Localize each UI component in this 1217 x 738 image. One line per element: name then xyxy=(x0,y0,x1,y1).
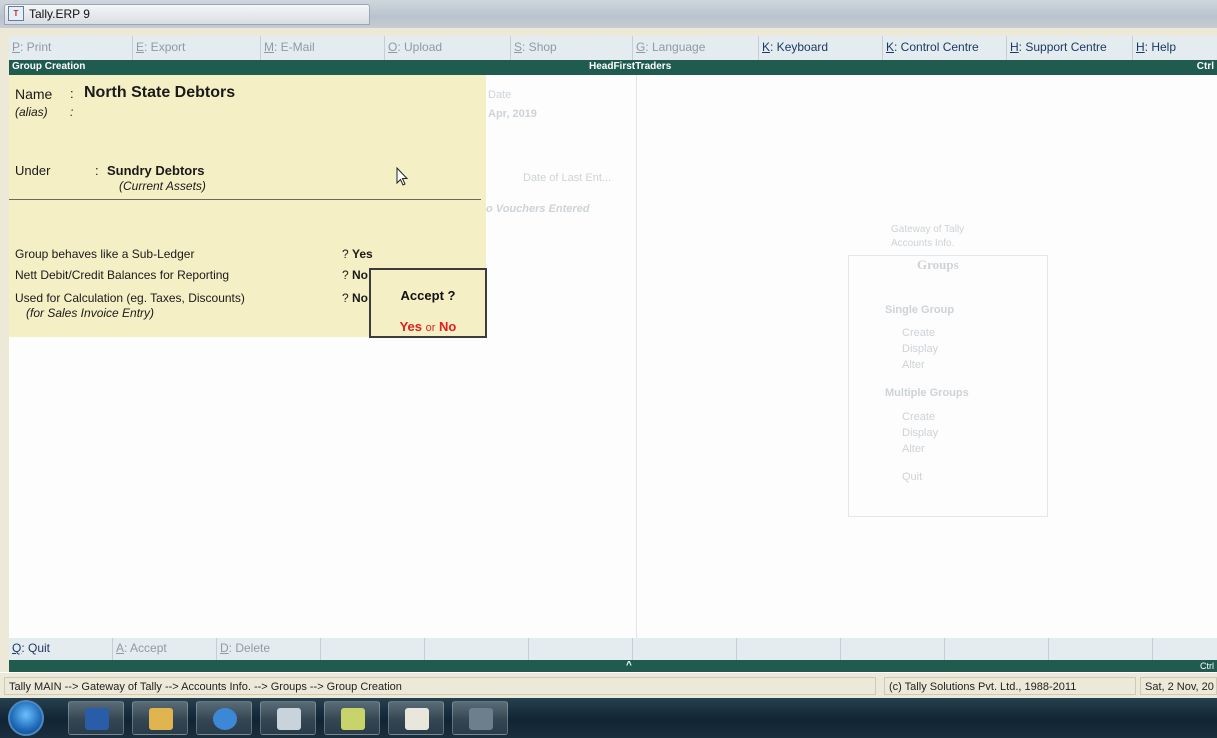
accept-button[interactable]: A: Accept xyxy=(113,638,217,660)
calculation-q: ? xyxy=(342,291,349,305)
subledger-q: ? xyxy=(342,247,349,261)
nett-balance-q: ? xyxy=(342,268,349,282)
under-parent: (Current Assets) xyxy=(119,179,206,193)
under-field[interactable]: Sundry Debtors xyxy=(107,163,205,178)
windows-taskbar xyxy=(0,698,1217,738)
bg-vouchers: o Vouchers Entered xyxy=(486,203,590,215)
bg-single-display: Display xyxy=(902,343,939,355)
cursor-icon xyxy=(396,166,410,187)
bg-last-entry: Date of Last Ent... xyxy=(523,172,612,184)
control-centre-button[interactable]: K: Control Centre xyxy=(883,36,1007,60)
quit-button[interactable]: Q: Quit xyxy=(9,638,113,660)
start-orb-icon[interactable] xyxy=(8,700,44,736)
copyright-text: (c) Tally Solutions Pvt. Ltd., 1988-2011 xyxy=(884,677,1136,695)
empty-button[interactable] xyxy=(1049,638,1153,660)
bg-single-group: Single Group xyxy=(885,304,955,316)
shop-button[interactable]: S: Shop xyxy=(511,36,633,60)
empty-button[interactable] xyxy=(425,638,529,660)
bg-date-label: Date xyxy=(488,89,512,101)
bg-multi-create: Create xyxy=(902,411,936,423)
under-sep: : xyxy=(95,163,99,178)
form-divider xyxy=(9,199,481,200)
breadcrumb: Tally MAIN --> Gateway of Tally --> Acco… xyxy=(4,677,876,695)
bg-groups-title: Groups xyxy=(917,257,959,272)
window-title: Tally.ERP 9 xyxy=(29,7,90,21)
calculation-value[interactable]: No xyxy=(352,291,368,305)
scroll-caret-icon[interactable]: ^ xyxy=(626,660,632,671)
subledger-label: Group behaves like a Sub-Ledger xyxy=(15,247,195,261)
keyboard-button[interactable]: K: Keyboard xyxy=(759,36,883,60)
bg-single-create: Create xyxy=(902,327,936,339)
upload-button[interactable]: O: Upload xyxy=(385,36,511,60)
ctrl-label: Ctrl xyxy=(1196,61,1214,72)
empty-button[interactable] xyxy=(841,638,945,660)
empty-button[interactable] xyxy=(529,638,633,660)
calculation-sub: (for Sales Invoice Entry) xyxy=(26,306,155,320)
tally-erp-icon xyxy=(405,708,429,730)
alias-sep: : xyxy=(70,105,74,119)
nett-balance-label: Nett Debit/Credit Balances for Reporting xyxy=(15,268,230,282)
name-sep: : xyxy=(70,86,74,101)
status-bar: Tally MAIN --> Gateway of Tally --> Acco… xyxy=(0,672,1217,698)
bg-gateway-sub: Accounts Info. xyxy=(891,238,955,249)
nett-balance-value[interactable]: No xyxy=(352,268,368,282)
sticky-notes-icon xyxy=(341,708,365,730)
bg-quit: Quit xyxy=(902,471,923,483)
empty-button[interactable] xyxy=(737,638,841,660)
taskbar-word-button[interactable] xyxy=(68,701,124,735)
accept-question: Accept ? xyxy=(400,288,456,303)
bg-multi-alter: Alter xyxy=(902,443,925,455)
taskbar-notes-button[interactable] xyxy=(324,701,380,735)
bg-single-alter: Alter xyxy=(902,359,925,371)
calculator-icon xyxy=(277,708,301,730)
media-icon xyxy=(469,708,493,730)
taskbar-explorer-button[interactable] xyxy=(132,701,188,735)
bg-multi-display: Display xyxy=(902,427,939,439)
accept-or: or xyxy=(425,322,436,334)
bottom-button-bar: Q: Quit A: Accept D: Delete xyxy=(9,638,1217,660)
accept-choices: Yes or No xyxy=(371,319,485,334)
under-label: Under xyxy=(15,163,51,178)
folder-icon xyxy=(149,708,173,730)
help-button[interactable]: H: Help xyxy=(1133,36,1217,60)
company-name: HeadFirstTraders xyxy=(589,61,672,72)
taskbar-tally-button[interactable] xyxy=(388,701,444,735)
word-icon xyxy=(85,708,109,730)
empty-button[interactable] xyxy=(1153,638,1217,660)
accept-yes-button[interactable]: Yes xyxy=(400,319,422,334)
screen-title: Group Creation xyxy=(12,61,86,72)
language-button[interactable]: G: Language xyxy=(633,36,759,60)
taskbar-ie-button[interactable] xyxy=(196,701,252,735)
bg-gateway-title: Gateway of Tally xyxy=(891,224,965,235)
top-button-bar: P: Print E: Export M: E-Mail O: Upload S… xyxy=(9,36,1217,60)
bg-date-value: Apr, 2019 xyxy=(488,108,537,120)
subledger-value[interactable]: Yes xyxy=(352,247,373,261)
empty-button[interactable] xyxy=(321,638,425,660)
accept-no-button[interactable]: No xyxy=(439,319,456,334)
delete-button[interactable]: D: Delete xyxy=(217,638,321,660)
current-date: Sat, 2 Nov, 20 xyxy=(1140,677,1217,695)
tally-app-icon: T xyxy=(8,6,24,21)
email-button[interactable]: M: E-Mail xyxy=(261,36,385,60)
support-centre-button[interactable]: H: Support Centre xyxy=(1007,36,1133,60)
print-button[interactable]: P: Print xyxy=(9,36,133,60)
name-label: Name xyxy=(15,86,53,102)
taskbar-media-button[interactable] xyxy=(452,701,508,735)
name-field[interactable]: North State Debtors xyxy=(84,84,235,102)
internet-explorer-icon xyxy=(213,708,237,730)
bottom-ctrl-label: Ctrl xyxy=(1200,661,1214,671)
export-button[interactable]: E: Export xyxy=(133,36,261,60)
taskbar-calculator-button[interactable] xyxy=(260,701,316,735)
accept-dialog: Accept ? Yes or No xyxy=(369,268,487,338)
empty-button[interactable] xyxy=(945,638,1049,660)
alias-label: (alias) xyxy=(15,105,48,119)
ctrl-strip: ^ Ctrl xyxy=(9,660,1217,672)
calculation-label: Used for Calculation (eg. Taxes, Discoun… xyxy=(15,291,245,305)
column-divider xyxy=(636,75,637,638)
bg-multiple-groups: Multiple Groups xyxy=(885,387,969,399)
screen-header: Group Creation HeadFirstTraders Ctrl xyxy=(9,60,1217,75)
empty-button[interactable] xyxy=(633,638,737,660)
bg-groups-menu xyxy=(848,255,1048,517)
window-title-bar: T Tally.ERP 9 xyxy=(0,0,1217,28)
